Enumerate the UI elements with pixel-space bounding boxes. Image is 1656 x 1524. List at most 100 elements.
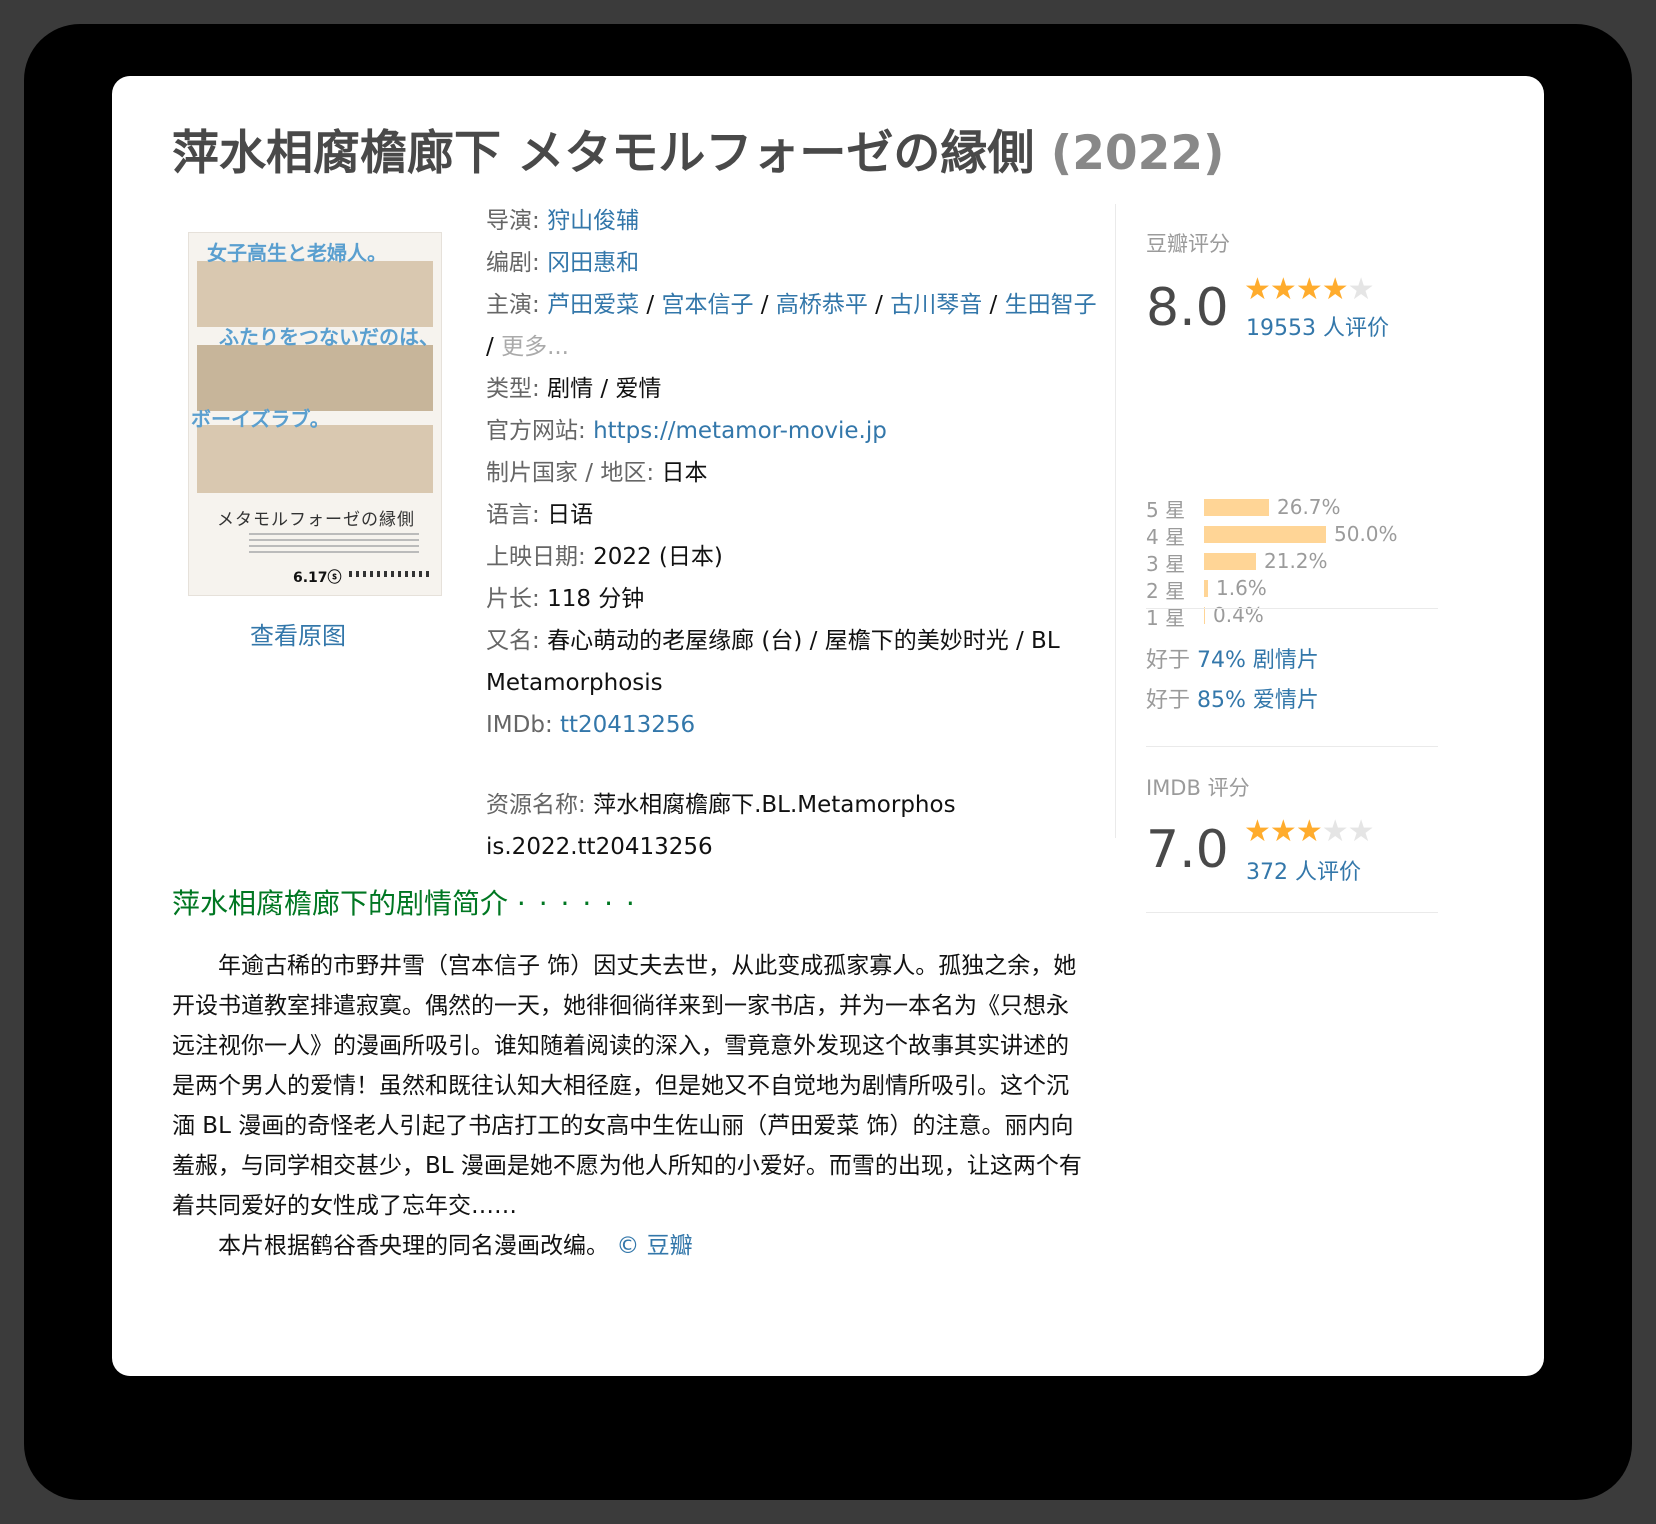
- poster-caption-2: ふたりをつないだのは、: [219, 325, 439, 349]
- language-label: 语言: [486, 502, 532, 528]
- star-icon: ★: [1244, 814, 1271, 849]
- poster-caption-3: ボーイズラブ。: [191, 407, 330, 431]
- imdb-row: IMDb: tt20413256: [486, 712, 696, 738]
- star-icon: ★: [1269, 814, 1297, 849]
- runtime-label: 片长: [486, 586, 532, 612]
- imdb-stars-icon: ★★★★★: [1244, 814, 1375, 849]
- imdb-rating-label: IMDB 评分: [1146, 776, 1250, 800]
- rating-bar: [1204, 553, 1256, 570]
- runtime-value: 118 分钟: [547, 586, 645, 612]
- better-than-romance: 好于 85% 爱情片: [1146, 688, 1319, 713]
- star-icon: ★: [1269, 272, 1297, 307]
- poster-photo-2: [197, 345, 433, 411]
- movie-card: 萍水相腐檐廊下 メタモルフォーゼの縁側 (2022) 女子高生と老婦人。 ふたり…: [112, 76, 1544, 1376]
- better-than-romance-link[interactable]: 85% 爱情片: [1197, 688, 1319, 713]
- douban-rating-count[interactable]: 19553 人评价: [1246, 310, 1389, 342]
- rating-distribution-row: 4 星 50.0%: [1146, 521, 1444, 549]
- poster-date: 6.17ⓢ: [293, 570, 342, 586]
- director-link[interactable]: 狩山俊辅: [547, 208, 639, 234]
- cast-row: 主演: 芦田爱菜 / 宫本信子 / 高桥恭平 / 古川琴音 / 生田智子 / 更…: [486, 292, 1097, 360]
- director-label: 导演: [486, 208, 532, 234]
- website-label: 官方网站: [486, 418, 578, 444]
- cast-link[interactable]: 高桥恭平: [776, 292, 868, 318]
- country-row: 制片国家 / 地区: 日本: [486, 460, 708, 486]
- resource-row: 资源名称: 萍水相腐檐廊下.BL.Metamorphosis.2022.tt20…: [486, 792, 956, 860]
- rating-distribution-row: 3 星 21.2%: [1146, 548, 1444, 576]
- star-icon: ★: [1244, 272, 1271, 307]
- summary-paragraph: 本片根据鹤谷香央理的同名漫画改编。 © 豆瓣: [218, 1233, 693, 1259]
- genre-value: 剧情 / 爱情: [547, 376, 662, 402]
- imdb-rating-count[interactable]: 372 人评价: [1246, 854, 1361, 886]
- website-link[interactable]: https://metamor-movie.jp: [593, 418, 887, 444]
- poster-caption-1: 女子高生と老婦人。: [207, 241, 387, 265]
- cast-link[interactable]: 古川琴音: [890, 292, 982, 318]
- rating-percent: 50.0%: [1334, 522, 1398, 546]
- star-icon: ★: [1347, 814, 1375, 849]
- view-original-link[interactable]: 查看原图: [250, 616, 346, 651]
- star-icon: ★: [1295, 814, 1323, 849]
- divider: [1146, 912, 1438, 913]
- movie-title: 萍水相腐檐廊下 メタモルフォーゼの縁側: [172, 126, 1035, 181]
- release-row: 上映日期: 2022 (日本): [486, 544, 723, 570]
- imdb-link[interactable]: tt20413256: [560, 712, 695, 738]
- rating-distribution-row: 5 星 26.7%: [1146, 494, 1444, 522]
- movie-poster[interactable]: 女子高生と老婦人。 ふたりをつないだのは、 ボーイズラブ。 メタモルフォーゼの縁…: [188, 232, 442, 596]
- poster-photo-3: [197, 425, 433, 493]
- star-icon: ★: [1321, 272, 1349, 307]
- summary-text: 年逾古稀的市野井雪（宫本信子 饰）因丈夫去世，从此变成孤家寡人。孤独之余，她开设…: [172, 946, 1082, 1266]
- rating-bar: [1204, 499, 1269, 516]
- rating-distribution-row: 1 星 0.4%: [1146, 602, 1444, 630]
- rating-percent: 26.7%: [1277, 495, 1341, 519]
- star-icon: ★: [1321, 814, 1349, 849]
- genre-label: 类型: [486, 376, 532, 402]
- imdb-score: 7.0: [1146, 820, 1229, 880]
- star-icon: ★: [1347, 272, 1375, 307]
- writer-row: 编剧: 冈田惠和: [486, 250, 640, 276]
- page-title: 萍水相腐檐廊下 メタモルフォーゼの縁側 (2022): [172, 114, 1225, 183]
- poster-credits: [249, 533, 419, 553]
- writer-link[interactable]: 冈田惠和: [547, 250, 639, 276]
- cast-more-link[interactable]: 更多...: [501, 334, 569, 360]
- better-than-drama: 好于 74% 剧情片: [1146, 648, 1319, 673]
- divider: [1146, 746, 1438, 747]
- rating-percent: 1.6%: [1216, 576, 1267, 600]
- release-value: 2022 (日本): [593, 544, 723, 570]
- aka-label: 又名: [486, 628, 532, 654]
- douban-score: 8.0: [1146, 278, 1229, 338]
- rating-percent: 0.4%: [1213, 603, 1264, 627]
- cast-label: 主演: [486, 292, 532, 318]
- star-level-label: 2 星: [1146, 579, 1186, 603]
- cast-link[interactable]: 宫本信子: [661, 292, 753, 318]
- poster-title-jp: メタモルフォーゼの縁側: [217, 510, 415, 530]
- summary-title: 萍水相腐檐廊下的剧情简介 · · · · · ·: [172, 887, 637, 920]
- douban-stars-icon: ★★★★★: [1244, 272, 1375, 307]
- poster-photo-1: [197, 261, 433, 327]
- star-icon: ★: [1295, 272, 1323, 307]
- cast-link[interactable]: 芦田爱菜: [547, 292, 639, 318]
- rating-bar: [1204, 526, 1326, 543]
- rating-distribution-row: 2 星 1.6%: [1146, 575, 1444, 603]
- aka-row: 又名: 春心萌动的老屋缘廊 (台) / 屋檐下的美妙时光 / BL Metamo…: [486, 628, 1060, 696]
- divider: [1146, 608, 1438, 609]
- rating-bar: [1204, 580, 1208, 597]
- better-than-drama-link[interactable]: 74% 剧情片: [1197, 648, 1319, 673]
- star-level-label: 4 星: [1146, 525, 1186, 549]
- rating-bar: [1204, 607, 1205, 624]
- poster-dots: [349, 571, 429, 577]
- language-row: 语言: 日语: [486, 502, 594, 528]
- runtime-row: 片长: 118 分钟: [486, 586, 645, 612]
- writer-label: 编剧: [486, 250, 532, 276]
- rating-percent: 21.2%: [1264, 549, 1328, 573]
- divider: [1115, 204, 1116, 838]
- douban-rating-label: 豆瓣评分: [1146, 232, 1230, 256]
- imdb-label: IMDb: [486, 712, 545, 738]
- summary-paragraph: 年逾古稀的市野井雪（宫本信子 饰）因丈夫去世，从此变成孤家寡人。孤独之余，她开设…: [172, 953, 1082, 1219]
- star-level-label: 5 星: [1146, 498, 1186, 522]
- star-level-label: 1 星: [1146, 606, 1186, 630]
- movie-info: 导演: 狩山俊辅 编剧: 冈田惠和 主演: 芦田爱菜 / 宫本信子 / 高桥恭平…: [486, 200, 1106, 868]
- aka-value: 春心萌动的老屋缘廊 (台) / 屋檐下的美妙时光 / BL Metamorpho…: [486, 628, 1060, 696]
- country-value: 日本: [661, 460, 708, 486]
- star-level-label: 3 星: [1146, 552, 1186, 576]
- douban-credit-link[interactable]: © 豆瓣: [616, 1233, 692, 1259]
- cast-link[interactable]: 生田智子: [1005, 292, 1097, 318]
